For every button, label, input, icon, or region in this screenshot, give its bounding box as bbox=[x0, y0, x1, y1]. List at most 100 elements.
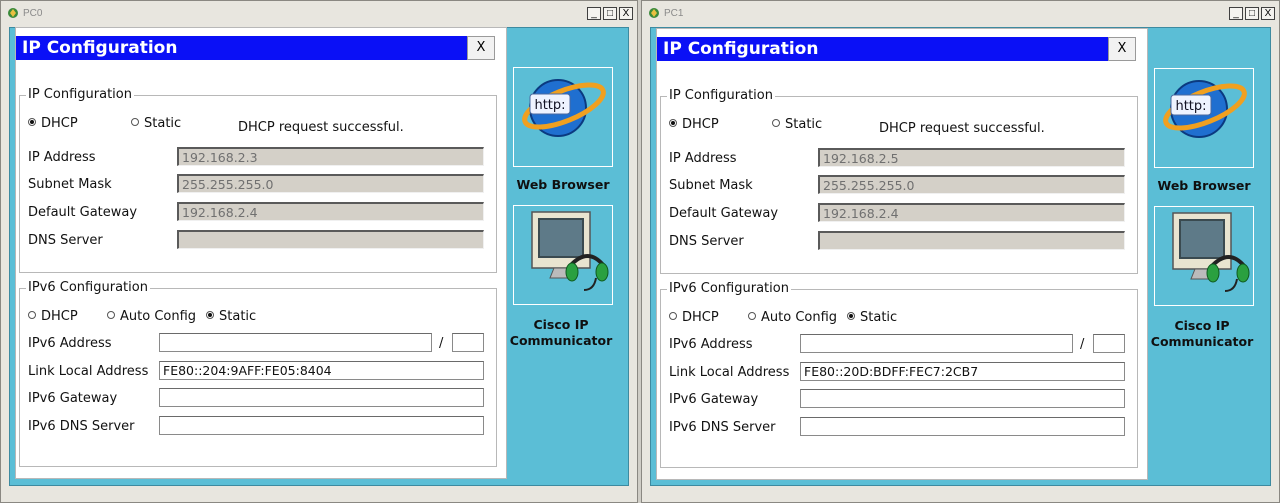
ipv4-dhcp-radio[interactable]: DHCP bbox=[28, 116, 78, 131]
ipv6-static-radio[interactable]: Static bbox=[847, 310, 897, 325]
ipv6-gateway-field[interactable] bbox=[800, 389, 1125, 408]
radio-selected-icon bbox=[206, 311, 214, 319]
web-browser-app[interactable]: http: bbox=[513, 67, 613, 167]
cisco-ip-communicator-icon bbox=[531, 211, 609, 291]
ipv6-address-field[interactable] bbox=[800, 334, 1073, 353]
ip-address-field[interactable]: 192.168.2.5 bbox=[818, 148, 1125, 167]
subnet-mask-label: Subnet Mask bbox=[669, 178, 753, 193]
ipv6-auto-config-radio[interactable]: Auto Config bbox=[748, 310, 837, 325]
default-gateway-field[interactable]: 192.168.2.4 bbox=[177, 202, 484, 221]
packet-tracer-icon bbox=[8, 8, 18, 18]
dialog-close-button[interactable]: X bbox=[1108, 37, 1136, 61]
svg-text:http:: http: bbox=[534, 98, 565, 113]
window-border bbox=[642, 27, 650, 486]
subnet-mask-label: Subnet Mask bbox=[28, 177, 112, 192]
window-title: PC0 bbox=[23, 8, 43, 19]
dns-server-field[interactable] bbox=[818, 231, 1125, 250]
ip-configuration-dialog: IP Configuration X IP Configuration DHCP… bbox=[656, 28, 1148, 480]
window-border bbox=[1271, 27, 1279, 486]
ip-configuration-dialog: IP Configuration X IP Configuration DHCP… bbox=[15, 27, 507, 479]
ipv6-address-field[interactable] bbox=[159, 333, 432, 352]
ipv6-prefix-field[interactable] bbox=[452, 333, 484, 352]
dns-server-label: DNS Server bbox=[669, 234, 744, 249]
minimize-button[interactable]: _ bbox=[1229, 7, 1243, 20]
ipv6-address-label: IPv6 Address bbox=[28, 336, 112, 351]
ipv6-auto-config-radio[interactable]: Auto Config bbox=[107, 309, 196, 324]
ipv6-address-label: IPv6 Address bbox=[669, 337, 753, 352]
ipv6-dns-server-label: IPv6 DNS Server bbox=[669, 420, 776, 435]
radio-unselected-icon bbox=[748, 312, 756, 320]
radio-unselected-icon bbox=[28, 311, 36, 319]
radio-unselected-icon bbox=[669, 312, 677, 320]
default-gateway-label: Default Gateway bbox=[28, 205, 138, 220]
ipv6-config-legend: IPv6 Configuration bbox=[26, 280, 150, 295]
ipv6-dns-server-field[interactable] bbox=[159, 416, 484, 435]
window-titlebar[interactable]: PC0 _ □ X bbox=[1, 1, 637, 27]
link-local-address-field[interactable]: FE80::204:9AFF:FE05:8404 bbox=[159, 361, 484, 380]
cisco-ip-communicator-label[interactable]: Cisco IP Communicator bbox=[506, 317, 616, 349]
radio-selected-icon bbox=[847, 312, 855, 320]
radio-selected-icon bbox=[28, 118, 36, 126]
window-border bbox=[629, 27, 637, 486]
window-titlebar[interactable]: PC1 _ □ X bbox=[642, 1, 1279, 27]
web-browser-label[interactable]: Web Browser bbox=[1149, 178, 1259, 194]
dhcp-status-text: DHCP request successful. bbox=[238, 120, 404, 135]
ip-address-label: IP Address bbox=[28, 150, 96, 165]
web-browser-app[interactable]: http: bbox=[1154, 68, 1254, 168]
ipv6-prefix-field[interactable] bbox=[1093, 334, 1125, 353]
packet-tracer-icon bbox=[649, 8, 659, 18]
ipv6-dns-server-field[interactable] bbox=[800, 417, 1125, 436]
ipv4-config-legend: IP Configuration bbox=[26, 87, 134, 102]
cisco-ip-communicator-label[interactable]: Cisco IP Communicator bbox=[1147, 318, 1257, 350]
dns-server-label: DNS Server bbox=[28, 233, 103, 248]
ipv6-gateway-field[interactable] bbox=[159, 388, 484, 407]
dialog-title: IP Configuration bbox=[657, 37, 1131, 61]
window-title: PC1 bbox=[664, 8, 684, 19]
default-gateway-field[interactable]: 192.168.2.4 bbox=[818, 203, 1125, 222]
subnet-mask-field[interactable]: 255.255.255.0 bbox=[177, 174, 484, 193]
ip-address-field[interactable]: 192.168.2.3 bbox=[177, 147, 484, 166]
close-window-button[interactable]: X bbox=[619, 7, 633, 20]
ipv4-static-radio[interactable]: Static bbox=[772, 117, 822, 132]
link-local-address-label: Link Local Address bbox=[28, 364, 149, 379]
ipv6-dhcp-radio[interactable]: DHCP bbox=[28, 309, 78, 324]
pc1-window: PC1 _ □ X http: Web Browser Cisco IP Com… bbox=[641, 0, 1280, 503]
window-border bbox=[1, 27, 9, 486]
close-window-button[interactable]: X bbox=[1261, 7, 1275, 20]
cisco-ip-communicator-app[interactable] bbox=[1154, 206, 1254, 306]
ipv6-gateway-label: IPv6 Gateway bbox=[28, 391, 118, 406]
window-bottom-bar bbox=[642, 486, 1279, 502]
window-bottom-bar bbox=[1, 486, 637, 502]
minimize-button[interactable]: _ bbox=[587, 7, 601, 20]
dhcp-status-text: DHCP request successful. bbox=[879, 121, 1045, 136]
maximize-button[interactable]: □ bbox=[603, 7, 617, 20]
link-local-address-field[interactable]: FE80::20D:BDFF:FEC7:2CB7 bbox=[800, 362, 1125, 381]
ipv6-dhcp-radio[interactable]: DHCP bbox=[669, 310, 719, 325]
web-browser-icon: http: bbox=[522, 79, 606, 137]
radio-selected-icon bbox=[669, 119, 677, 127]
web-browser-label[interactable]: Web Browser bbox=[508, 177, 618, 193]
ipv4-static-radio[interactable]: Static bbox=[131, 116, 181, 131]
radio-unselected-icon bbox=[772, 119, 780, 127]
svg-text:http:: http: bbox=[1175, 99, 1206, 114]
radio-unselected-icon bbox=[131, 118, 139, 126]
maximize-button[interactable]: □ bbox=[1245, 7, 1259, 20]
ipv4-dhcp-radio[interactable]: DHCP bbox=[669, 117, 719, 132]
radio-unselected-icon bbox=[107, 311, 115, 319]
ip-address-label: IP Address bbox=[669, 151, 737, 166]
web-browser-icon: http: bbox=[1163, 80, 1247, 138]
ipv6-dns-server-label: IPv6 DNS Server bbox=[28, 419, 135, 434]
ipv6-static-radio[interactable]: Static bbox=[206, 309, 256, 324]
ipv4-config-legend: IP Configuration bbox=[667, 88, 775, 103]
dialog-title: IP Configuration bbox=[16, 36, 490, 60]
dialog-close-button[interactable]: X bbox=[467, 36, 495, 60]
cisco-ip-communicator-app[interactable] bbox=[513, 205, 613, 305]
cisco-ip-communicator-icon bbox=[1172, 212, 1250, 292]
prefix-separator: / bbox=[439, 336, 444, 351]
dns-server-field[interactable] bbox=[177, 230, 484, 249]
prefix-separator: / bbox=[1080, 337, 1085, 352]
subnet-mask-field[interactable]: 255.255.255.0 bbox=[818, 175, 1125, 194]
ipv6-config-legend: IPv6 Configuration bbox=[667, 281, 791, 296]
ipv6-gateway-label: IPv6 Gateway bbox=[669, 392, 759, 407]
default-gateway-label: Default Gateway bbox=[669, 206, 779, 221]
